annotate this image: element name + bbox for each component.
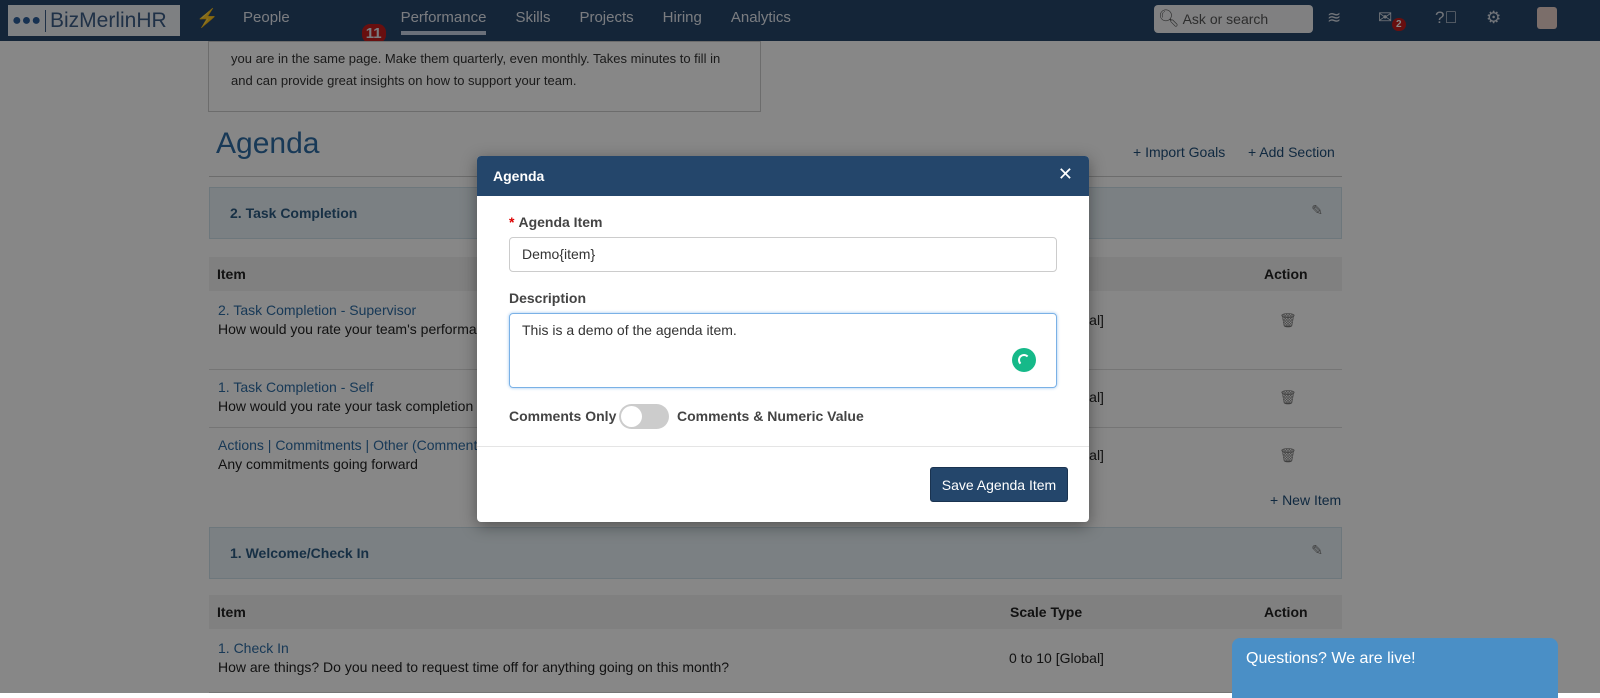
modal-title: Agenda [493, 168, 545, 184]
description-textarea[interactable]: This is a demo of the agenda item. [509, 313, 1057, 388]
toggle-left-label: Comments Only [509, 408, 617, 424]
comments-type-toggle[interactable] [619, 404, 669, 429]
grammar-assistant-icon[interactable] [1012, 348, 1036, 372]
modal-header: Agenda ✕ [477, 156, 1089, 196]
close-icon[interactable]: ✕ [1058, 164, 1073, 185]
description-label: Description [509, 290, 587, 306]
toggle-right-label: Comments & Numeric Value [677, 408, 864, 424]
live-chat-widget[interactable]: Questions? We are live! [1232, 638, 1558, 698]
agenda-item-label: * Agenda Item [509, 214, 603, 230]
agenda-modal: Agenda ✕ * Agenda Item Demo{item} Descript… [477, 156, 1089, 522]
save-agenda-item-button[interactable]: Save Agenda Item [930, 467, 1068, 502]
agenda-item-input[interactable]: Demo{item} [509, 237, 1057, 272]
